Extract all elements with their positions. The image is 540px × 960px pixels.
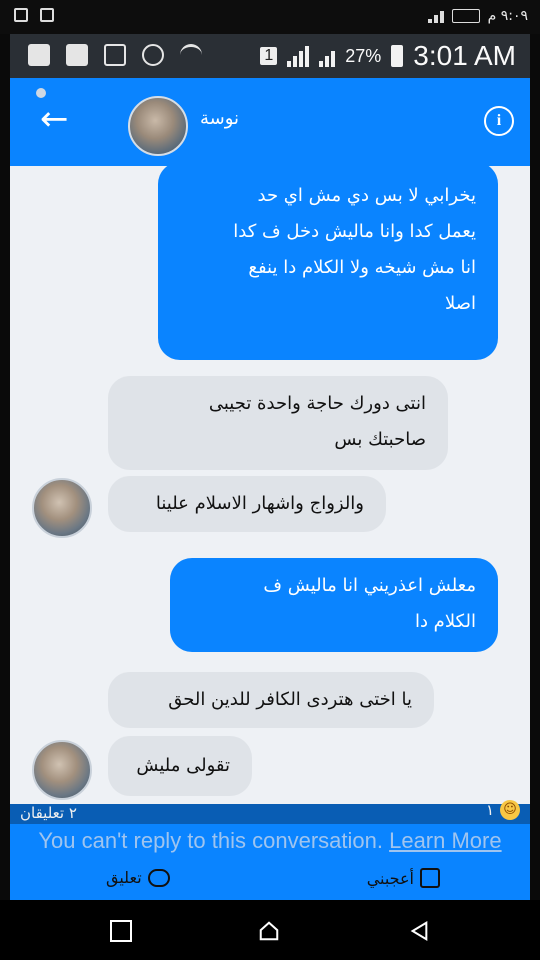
comments-count[interactable]: ٢ تعليقان bbox=[20, 804, 77, 822]
reply-disabled-footer: ٢ تعليقان ١ ☺ You can't reply to this co… bbox=[10, 800, 530, 900]
shield-icon bbox=[14, 8, 28, 22]
chat-header: ← نوسة i bbox=[10, 78, 530, 166]
sim-indicator: 1 bbox=[260, 47, 278, 65]
thumbs-up-icon bbox=[420, 868, 440, 888]
avatar[interactable] bbox=[32, 740, 92, 800]
message-bubble-outgoing: يخرابي لا بس دي مش اي حد يعمل كدا وانا م… bbox=[158, 166, 498, 360]
battery-icon bbox=[391, 45, 404, 67]
message-bubble-incoming: والزواج واشهار الاسلام علينا bbox=[108, 476, 386, 532]
battery-icon bbox=[451, 9, 480, 23]
home-icon[interactable] bbox=[258, 920, 280, 942]
facebook-icon bbox=[66, 44, 88, 66]
outer-status-bar: ٩:٠٩ م bbox=[0, 0, 540, 34]
message-bubble-incoming: يا اختى هتردى الكافر للدين الحق bbox=[108, 672, 434, 728]
comment-button[interactable]: تعليق bbox=[106, 868, 170, 887]
info-icon[interactable]: i bbox=[484, 106, 514, 136]
avatar[interactable] bbox=[128, 96, 188, 156]
outer-status-left bbox=[14, 8, 54, 22]
like-button[interactable]: أعجبني bbox=[367, 868, 440, 888]
image-icon bbox=[40, 8, 54, 22]
back-icon[interactable] bbox=[408, 920, 430, 942]
alarm-icon bbox=[142, 44, 164, 66]
learn-more-link[interactable]: Learn More bbox=[389, 828, 502, 853]
haha-reaction-icon: ☺ bbox=[500, 800, 520, 820]
like-label: أعجبني bbox=[366, 868, 414, 888]
phone-screen: 1 27% 3:01 AM ← نوسة i يخرابي لا بس دي م… bbox=[10, 34, 530, 900]
cant-reply-text: You can't reply to this conversation. bbox=[38, 828, 383, 853]
signal-icon-2 bbox=[319, 45, 336, 67]
contact-name[interactable]: نوسة bbox=[200, 108, 239, 129]
message-list: يخرابي لا بس دي مش اي حد يعمل كدا وانا م… bbox=[10, 166, 530, 814]
outer-status-right: ٩:٠٩ م bbox=[427, 8, 528, 24]
avatar[interactable] bbox=[32, 478, 92, 538]
message-bubble-incoming: تقولى مليش bbox=[108, 736, 252, 796]
status-time: 3:01 AM bbox=[413, 40, 516, 71]
outer-status-time: ٩:٠٩ م bbox=[487, 8, 528, 24]
back-arrow-icon[interactable]: ← bbox=[40, 102, 69, 136]
comment-label: تعليق bbox=[106, 868, 142, 887]
cant-reply-notice: You can't reply to this conversation. Le… bbox=[10, 826, 530, 856]
reaction-summary[interactable]: ١ ☺ bbox=[486, 800, 520, 820]
signal-icon bbox=[427, 9, 444, 23]
inner-status-bar: 1 27% 3:01 AM bbox=[10, 34, 530, 78]
mute-icon bbox=[104, 44, 126, 66]
navigation-bar bbox=[0, 900, 540, 960]
battery-percent: 27% bbox=[345, 45, 382, 66]
signal-icon bbox=[287, 45, 310, 67]
recent-apps-icon[interactable] bbox=[110, 920, 132, 942]
message-bubble-outgoing: معلش اعذريني انا ماليش ف الكلام دا bbox=[170, 558, 498, 652]
comment-icon bbox=[147, 868, 170, 887]
menu-dots-icon bbox=[36, 88, 46, 98]
reaction-strip bbox=[10, 804, 530, 824]
wifi-icon bbox=[180, 44, 202, 66]
reaction-count: ١ bbox=[485, 801, 494, 819]
plus-icon bbox=[28, 44, 50, 66]
message-bubble-incoming: انتى دورك حاجة واحدة تجيبى صاحبتك بس bbox=[108, 376, 448, 470]
